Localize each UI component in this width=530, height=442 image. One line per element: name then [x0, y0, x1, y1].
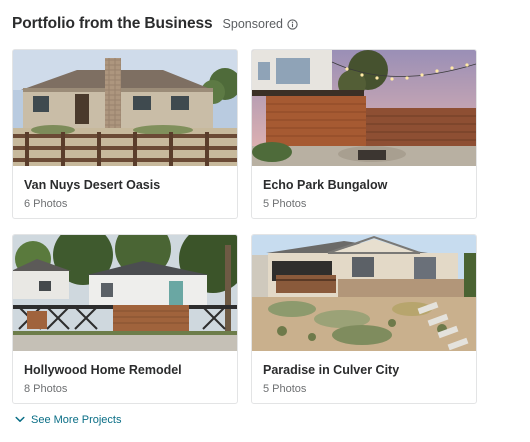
project-title[interactable]: Paradise in Culver City: [263, 363, 399, 377]
portfolio-section: Portfolio from the Business Sponsored Va…: [0, 0, 530, 442]
project-card-van-nuys[interactable]: Van Nuys Desert Oasis 6 Photos: [12, 49, 238, 219]
info-circle-icon[interactable]: [287, 18, 298, 30]
project-title[interactable]: Echo Park Bungalow: [263, 178, 387, 192]
project-title[interactable]: Van Nuys Desert Oasis: [24, 178, 160, 192]
project-card-hollywood[interactable]: Hollywood Home Remodel 8 Photos: [12, 234, 238, 404]
see-more-label: See More Projects: [31, 414, 122, 426]
project-title[interactable]: Hollywood Home Remodel: [24, 363, 182, 377]
project-photo-count: 5 Photos: [263, 383, 307, 395]
project-photo[interactable]: [13, 50, 237, 166]
project-photo[interactable]: [252, 50, 476, 166]
project-photo-count: 8 Photos: [24, 383, 68, 395]
chevron-down-icon: [15, 414, 31, 426]
sponsored-text: Sponsored: [222, 17, 284, 31]
sponsored-label[interactable]: Sponsored: [223, 17, 298, 31]
project-photo-count: 5 Photos: [263, 198, 307, 210]
section-header: Portfolio from the Business Sponsored: [12, 14, 298, 34]
project-card-echo-park[interactable]: Echo Park Bungalow 5 Photos: [251, 49, 477, 219]
project-photo-count: 6 Photos: [24, 198, 68, 210]
project-card-culver-city[interactable]: Paradise in Culver City 5 Photos: [251, 234, 477, 404]
see-more-projects-link[interactable]: See More Projects: [15, 414, 121, 426]
project-photo[interactable]: [252, 235, 476, 351]
project-photo[interactable]: [13, 235, 237, 351]
section-title: Portfolio from the Business: [12, 15, 213, 32]
